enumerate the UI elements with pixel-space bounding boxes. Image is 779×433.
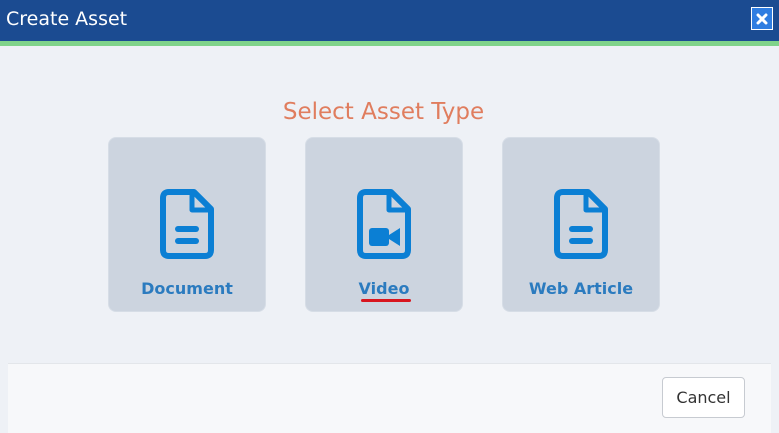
document-icon: [554, 189, 608, 259]
accent-bar: [0, 41, 779, 46]
asset-type-label: Document: [141, 279, 233, 298]
cancel-button[interactable]: Cancel: [662, 377, 745, 418]
spellcheck-underline: [361, 299, 411, 302]
close-button[interactable]: [751, 7, 773, 30]
select-asset-type-heading: Select Asset Type: [282, 99, 485, 125]
dialog-titlebar: Create Asset: [0, 0, 779, 41]
create-asset-dialog: Create Asset Select Asset Type Document …: [0, 0, 779, 433]
close-icon: [756, 13, 768, 24]
dialog-title: Create Asset: [6, 8, 128, 30]
asset-type-label: Video: [358, 279, 410, 298]
asset-type-web-article[interactable]: Web Article: [502, 137, 660, 312]
asset-type-label: Web Article: [528, 279, 634, 298]
video-file-icon: [357, 189, 411, 259]
asset-type-video[interactable]: Video: [305, 137, 463, 312]
document-icon: [160, 189, 214, 259]
dialog-footer: Cancel: [8, 363, 771, 433]
asset-type-document[interactable]: Document: [108, 137, 266, 312]
